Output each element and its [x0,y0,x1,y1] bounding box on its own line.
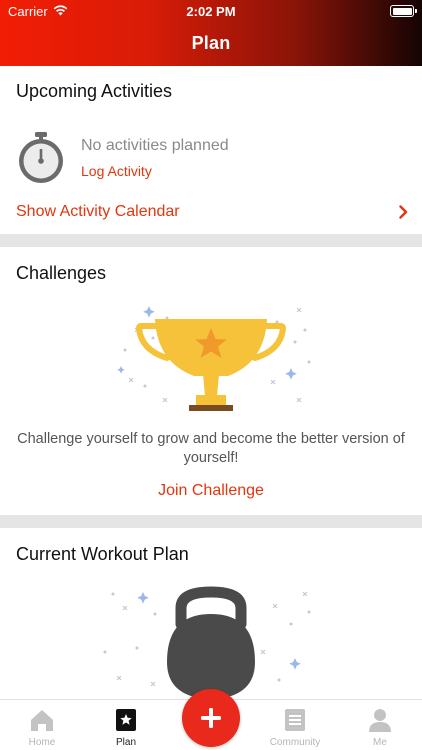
upcoming-activities-title: Upcoming Activities [16,81,173,101]
tab-me-label: Me [373,737,387,748]
upcoming-activities-card: Upcoming Activities No activities planne… [0,66,422,234]
tab-home-label: Home [28,737,56,748]
stopwatch-icon [16,130,66,189]
join-challenge-button[interactable]: Join Challenge [0,482,422,500]
page-title: Plan [191,33,231,53]
tab-community[interactable]: Community [253,700,337,750]
challenges-card: Challenges Challenge yourself to grow an… [0,247,422,515]
log-activity-link[interactable]: Log Activity [81,163,152,179]
show-activity-calendar-link[interactable]: Show Activity Calendar [16,203,180,221]
trophy-icon [105,302,317,419]
clock-time: 2:02 PM [186,4,236,19]
add-activity-button[interactable] [182,689,240,747]
community-icon [284,708,306,737]
battery-icon [390,5,417,17]
chevron-right-icon[interactable] [399,205,408,224]
tab-home[interactable]: Home [0,700,84,750]
tab-plan[interactable]: Plan [84,700,168,750]
no-activities-text: No activities planned [81,137,229,154]
home-icon [29,708,55,737]
workout-plan-card: Current Workout Plan [0,528,422,700]
challenge-description: Challenge yourself to grow and become th… [17,431,405,466]
tab-plan-label: Plan [115,737,136,748]
status-bar: Carrier 2:02 PM [0,3,422,21]
kettlebell-icon [95,584,325,705]
navigation-header: Carrier 2:02 PM Plan [0,0,422,66]
tab-me[interactable]: Me [338,700,422,750]
plan-star-icon [115,708,137,737]
plus-icon [201,708,221,728]
tab-community-label: Community [269,737,321,748]
profile-icon [368,708,392,737]
challenges-title: Challenges [16,263,107,283]
workout-plan-title: Current Workout Plan [16,544,189,564]
